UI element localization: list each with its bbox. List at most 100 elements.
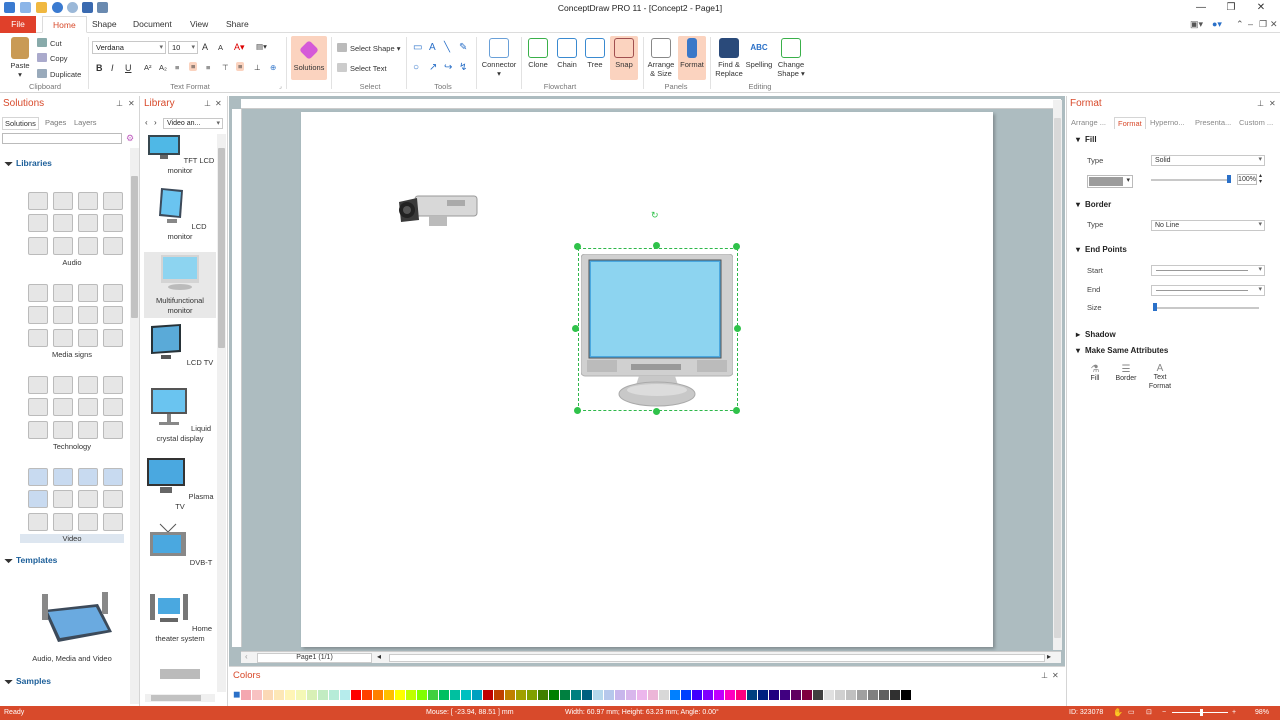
make-same-border-button[interactable]: ☰ Border <box>1113 364 1139 382</box>
arc-tool-icon[interactable]: ↗ <box>429 62 437 73</box>
text-tool-icon[interactable]: A <box>429 42 436 53</box>
tab-hypernote[interactable]: Hyperno... <box>1150 118 1185 127</box>
fit-page-icon[interactable]: ⊡ <box>1146 706 1152 720</box>
subscript-button[interactable]: A₂ <box>159 63 167 72</box>
video-library-thumbs[interactable] <box>28 468 124 532</box>
color-swatch[interactable] <box>736 690 746 700</box>
view-mode-icon[interactable]: ▭ <box>1128 706 1135 720</box>
color-swatch[interactable] <box>373 690 383 700</box>
library-select[interactable]: Video an... <box>163 118 223 129</box>
end-points-section[interactable]: End Points <box>1076 245 1127 254</box>
color-swatch[interactable] <box>626 690 636 700</box>
library-item[interactable]: DVB-T <box>144 522 216 568</box>
tab-custom[interactable]: Custom ... <box>1239 118 1273 127</box>
libraries-heading[interactable]: Libraries <box>16 158 52 168</box>
color-swatch[interactable] <box>351 690 361 700</box>
underline-button[interactable]: U <box>125 63 132 73</box>
next-library-icon[interactable]: › <box>154 118 157 127</box>
resize-handle-w[interactable] <box>572 325 579 332</box>
chain-button[interactable]: Chain <box>554 38 580 69</box>
opacity-spinner-icon[interactable]: ▴ ▾ <box>1259 173 1262 185</box>
drawing-canvas[interactable]: ↻ ‹ Page1 (1/1) ◂ ▸ <box>229 96 1065 666</box>
align-top-icon[interactable]: ⊤ <box>222 63 229 72</box>
pin-icon[interactable]: ⊥ <box>1257 99 1264 108</box>
select-text-button[interactable]: Select Text <box>337 63 387 73</box>
resize-handle-ne[interactable] <box>733 243 740 250</box>
template-audio-media-video[interactable]: Audio, Media and Video <box>20 654 124 663</box>
change-shape-button[interactable]: Change Shape ▾ <box>776 38 806 78</box>
close-panel-icon[interactable]: ✕ <box>128 99 135 108</box>
library-technology[interactable]: Technology <box>20 442 124 451</box>
ribbon-expand-icon[interactable]: ⌟ <box>279 83 282 90</box>
grow-font-button[interactable]: A <box>202 42 208 52</box>
library-video[interactable]: Video <box>20 534 124 543</box>
arrange-size-button[interactable]: Arrange & Size <box>646 38 676 78</box>
color-swatch[interactable] <box>791 690 801 700</box>
superscript-button[interactable]: A² <box>144 63 152 72</box>
find-replace-button[interactable]: Find & Replace <box>713 38 745 78</box>
font-size-select[interactable]: 10 <box>168 41 198 54</box>
color-swatch[interactable] <box>472 690 482 700</box>
zoom-in-icon[interactable]: + <box>1232 706 1236 720</box>
select-shape-button[interactable]: Select Shape ▾ <box>337 43 400 53</box>
color-swatch[interactable] <box>285 690 295 700</box>
color-swatch[interactable] <box>263 690 273 700</box>
color-swatch[interactable] <box>681 690 691 700</box>
text-direction-icon[interactable]: ⊕ <box>270 63 276 72</box>
library-scroll-thumb[interactable] <box>218 148 225 348</box>
color-swatch[interactable] <box>725 690 735 700</box>
color-swatch[interactable] <box>879 690 889 700</box>
fill-section[interactable]: Fill <box>1076 135 1096 144</box>
color-swatch[interactable] <box>648 690 658 700</box>
color-swatch[interactable] <box>362 690 372 700</box>
help-icon[interactable]: ●▾ <box>1212 19 1222 30</box>
color-swatch[interactable] <box>703 690 713 700</box>
color-swatch[interactable] <box>549 690 559 700</box>
clone-button[interactable]: Clone <box>525 38 551 69</box>
resize-handle-nw[interactable] <box>574 243 581 250</box>
color-swatch[interactable] <box>802 690 812 700</box>
align-middle-icon[interactable]: ≡ <box>236 62 245 71</box>
color-swatch[interactable] <box>505 690 515 700</box>
copy-button[interactable]: Copy <box>37 53 68 63</box>
color-swatch[interactable] <box>835 690 845 700</box>
library-item[interactable]: Plasma TV <box>144 456 216 512</box>
layout-icon[interactable]: ▣▾ <box>1190 19 1203 30</box>
color-swatch[interactable] <box>868 690 878 700</box>
close-panel-icon[interactable]: ✕ <box>1052 671 1059 680</box>
resize-handle-se[interactable] <box>733 407 740 414</box>
color-swatch[interactable] <box>384 690 394 700</box>
bold-button[interactable]: B <box>96 63 103 73</box>
solutions-search-input[interactable] <box>2 133 122 144</box>
rotate-handle-icon[interactable]: ↻ <box>651 210 659 221</box>
align-center-icon[interactable]: ≡ <box>189 62 198 71</box>
color-swatch[interactable] <box>296 690 306 700</box>
make-same-fill-button[interactable]: ⚗ Fill <box>1083 364 1107 382</box>
color-swatch[interactable] <box>461 690 471 700</box>
line-tool-icon[interactable]: ╲ <box>444 42 450 53</box>
color-swatch[interactable] <box>857 690 867 700</box>
color-swatch[interactable] <box>901 690 911 700</box>
tab-pages[interactable]: Pages <box>45 118 66 127</box>
color-swatch[interactable] <box>428 690 438 700</box>
fill-type-select[interactable]: Solid <box>1151 155 1265 166</box>
pin-icon[interactable]: ⊥ <box>204 99 211 108</box>
library-hscroll-thumb[interactable] <box>151 695 201 701</box>
ellipse-tool-icon[interactable]: ○ <box>413 62 419 73</box>
color-swatch[interactable] <box>241 690 251 700</box>
color-swatch[interactable] <box>637 690 647 700</box>
color-swatch[interactable] <box>747 690 757 700</box>
zoom-level[interactable]: 98% <box>1255 706 1269 720</box>
color-swatch[interactable] <box>912 690 922 700</box>
resize-handle-s[interactable] <box>653 408 660 415</box>
zoom-out-icon[interactable]: − <box>1162 706 1166 720</box>
color-swatch[interactable] <box>417 690 427 700</box>
collapse-ribbon-icon[interactable]: ⌃ <box>1236 19 1244 30</box>
doc-minimize-icon[interactable]: – <box>1248 19 1253 29</box>
color-swatch[interactable] <box>758 690 768 700</box>
color-swatch[interactable] <box>516 690 526 700</box>
scroll-right-icon[interactable]: ▸ <box>1047 652 1051 661</box>
pen-tool-icon[interactable]: ✎ <box>459 42 467 53</box>
doc-close-icon[interactable]: ✕ <box>1270 19 1278 30</box>
cut-button[interactable]: Cut <box>37 38 62 48</box>
